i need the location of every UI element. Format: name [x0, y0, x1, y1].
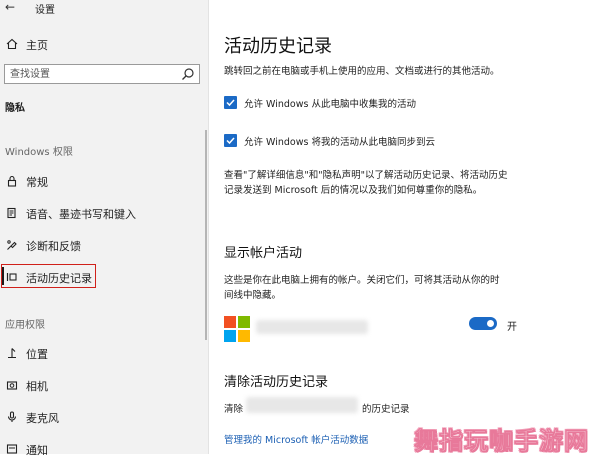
app-title: 设置 — [35, 5, 55, 16]
sidebar-item-label: 通知 — [26, 444, 48, 457]
toggle-knob — [487, 320, 494, 327]
sidebar-item-label: 活动历史记录 — [26, 272, 92, 285]
sync-activity-checkbox[interactable] — [224, 134, 237, 147]
sidebar-item-notifications[interactable]: 通知 — [0, 438, 208, 460]
sidebar-item-speech[interactable]: 语音、墨迹书写和键入 — [0, 202, 208, 224]
notification-icon — [4, 441, 20, 457]
sidebar-item-diagnostics[interactable]: 诊断和反馈 — [0, 234, 208, 256]
accounts-text-line-2: 间线中隐藏。 — [224, 290, 282, 301]
location-icon — [4, 345, 20, 361]
pen-document-icon — [4, 205, 20, 221]
privacy-text-line-2: 记录发送到 Microsoft 后的情况以及我们如何尊重你的隐私。 — [224, 185, 483, 196]
lock-icon — [4, 173, 20, 189]
sidebar-item-activity-history[interactable]: 活动历史记录 — [0, 266, 208, 288]
sidebar-item-microphone[interactable]: 麦克风 — [0, 406, 208, 428]
toggle-state-label: 开 — [507, 322, 517, 333]
pane-divider — [208, 0, 209, 454]
sidebar-item-label: 诊断和反馈 — [26, 240, 81, 253]
sidebar-item-label: 位置 — [26, 348, 48, 361]
search-input[interactable] — [5, 65, 180, 83]
timeline-icon — [4, 269, 20, 285]
checkbox-label: 允许 Windows 从此电脑中收集我的活动 — [244, 99, 416, 110]
accounts-section-title: 显示帐户活动 — [224, 246, 303, 261]
clear-section-title: 清除活动历史记录 — [224, 375, 329, 390]
sidebar-item-general[interactable]: 常规 — [0, 170, 208, 192]
sidebar-item-label: 相机 — [26, 380, 48, 393]
back-arrow-icon[interactable]: ← — [5, 0, 15, 14]
collect-activity-checkbox[interactable] — [224, 96, 237, 109]
page-title: 活动历史记录 — [224, 36, 332, 57]
account-name-redacted — [256, 320, 368, 334]
accounts-text-line-1: 这些是你在此电脑上拥有的帐户。关闭它们，可将其活动从你的时 — [224, 275, 500, 286]
microphone-icon — [4, 409, 20, 425]
sidebar-item-label: 常规 — [26, 176, 48, 189]
clear-text-suffix: 的历史记录 — [362, 404, 410, 415]
sidebar-item-home[interactable]: 主页 — [0, 33, 208, 55]
sidebar-item-camera[interactable]: 相机 — [0, 374, 208, 396]
manage-account-data-link[interactable]: 管理我的 Microsoft 帐户活动数据 — [224, 432, 368, 446]
intro-text: 跳转回之前在电脑或手机上使用的应用、文档或进行的其他活动。 — [224, 66, 500, 77]
account-email-redacted — [246, 397, 358, 413]
search-icon[interactable] — [181, 67, 195, 81]
checkbox-label: 允许 Windows 将我的活动从此电脑同步到云 — [244, 137, 435, 148]
group-heading-app: 应用权限 — [5, 320, 45, 331]
sidebar: ← 设置 主页 隐私 Windows 权限 常规 语音、墨迹书写和键入 诊断和反… — [0, 0, 208, 457]
title-bar: ← 设置 — [0, 0, 208, 18]
home-icon — [4, 36, 20, 52]
watermark: 舞指玩咖手游网 — [414, 427, 589, 456]
account-activity-toggle[interactable] — [469, 317, 497, 330]
sidebar-item-label: 语音、墨迹书写和键入 — [26, 208, 136, 221]
sidebar-scrollbar[interactable] — [205, 130, 207, 340]
group-heading-windows: Windows 权限 — [5, 147, 73, 158]
clear-text-prefix: 清除 — [224, 404, 244, 415]
privacy-text-line-1: 查看"了解详细信息"和"隐私声明"以了解活动历史记录、将活动历史 — [224, 170, 508, 181]
feedback-icon — [4, 237, 20, 253]
camera-icon — [4, 377, 20, 393]
search-box[interactable] — [4, 64, 200, 84]
section-title: 隐私 — [5, 103, 25, 114]
sidebar-item-label: 麦克风 — [26, 412, 59, 425]
microsoft-logo-icon — [224, 316, 250, 342]
sidebar-item-label: 主页 — [26, 39, 48, 52]
sidebar-item-location[interactable]: 位置 — [0, 342, 208, 364]
